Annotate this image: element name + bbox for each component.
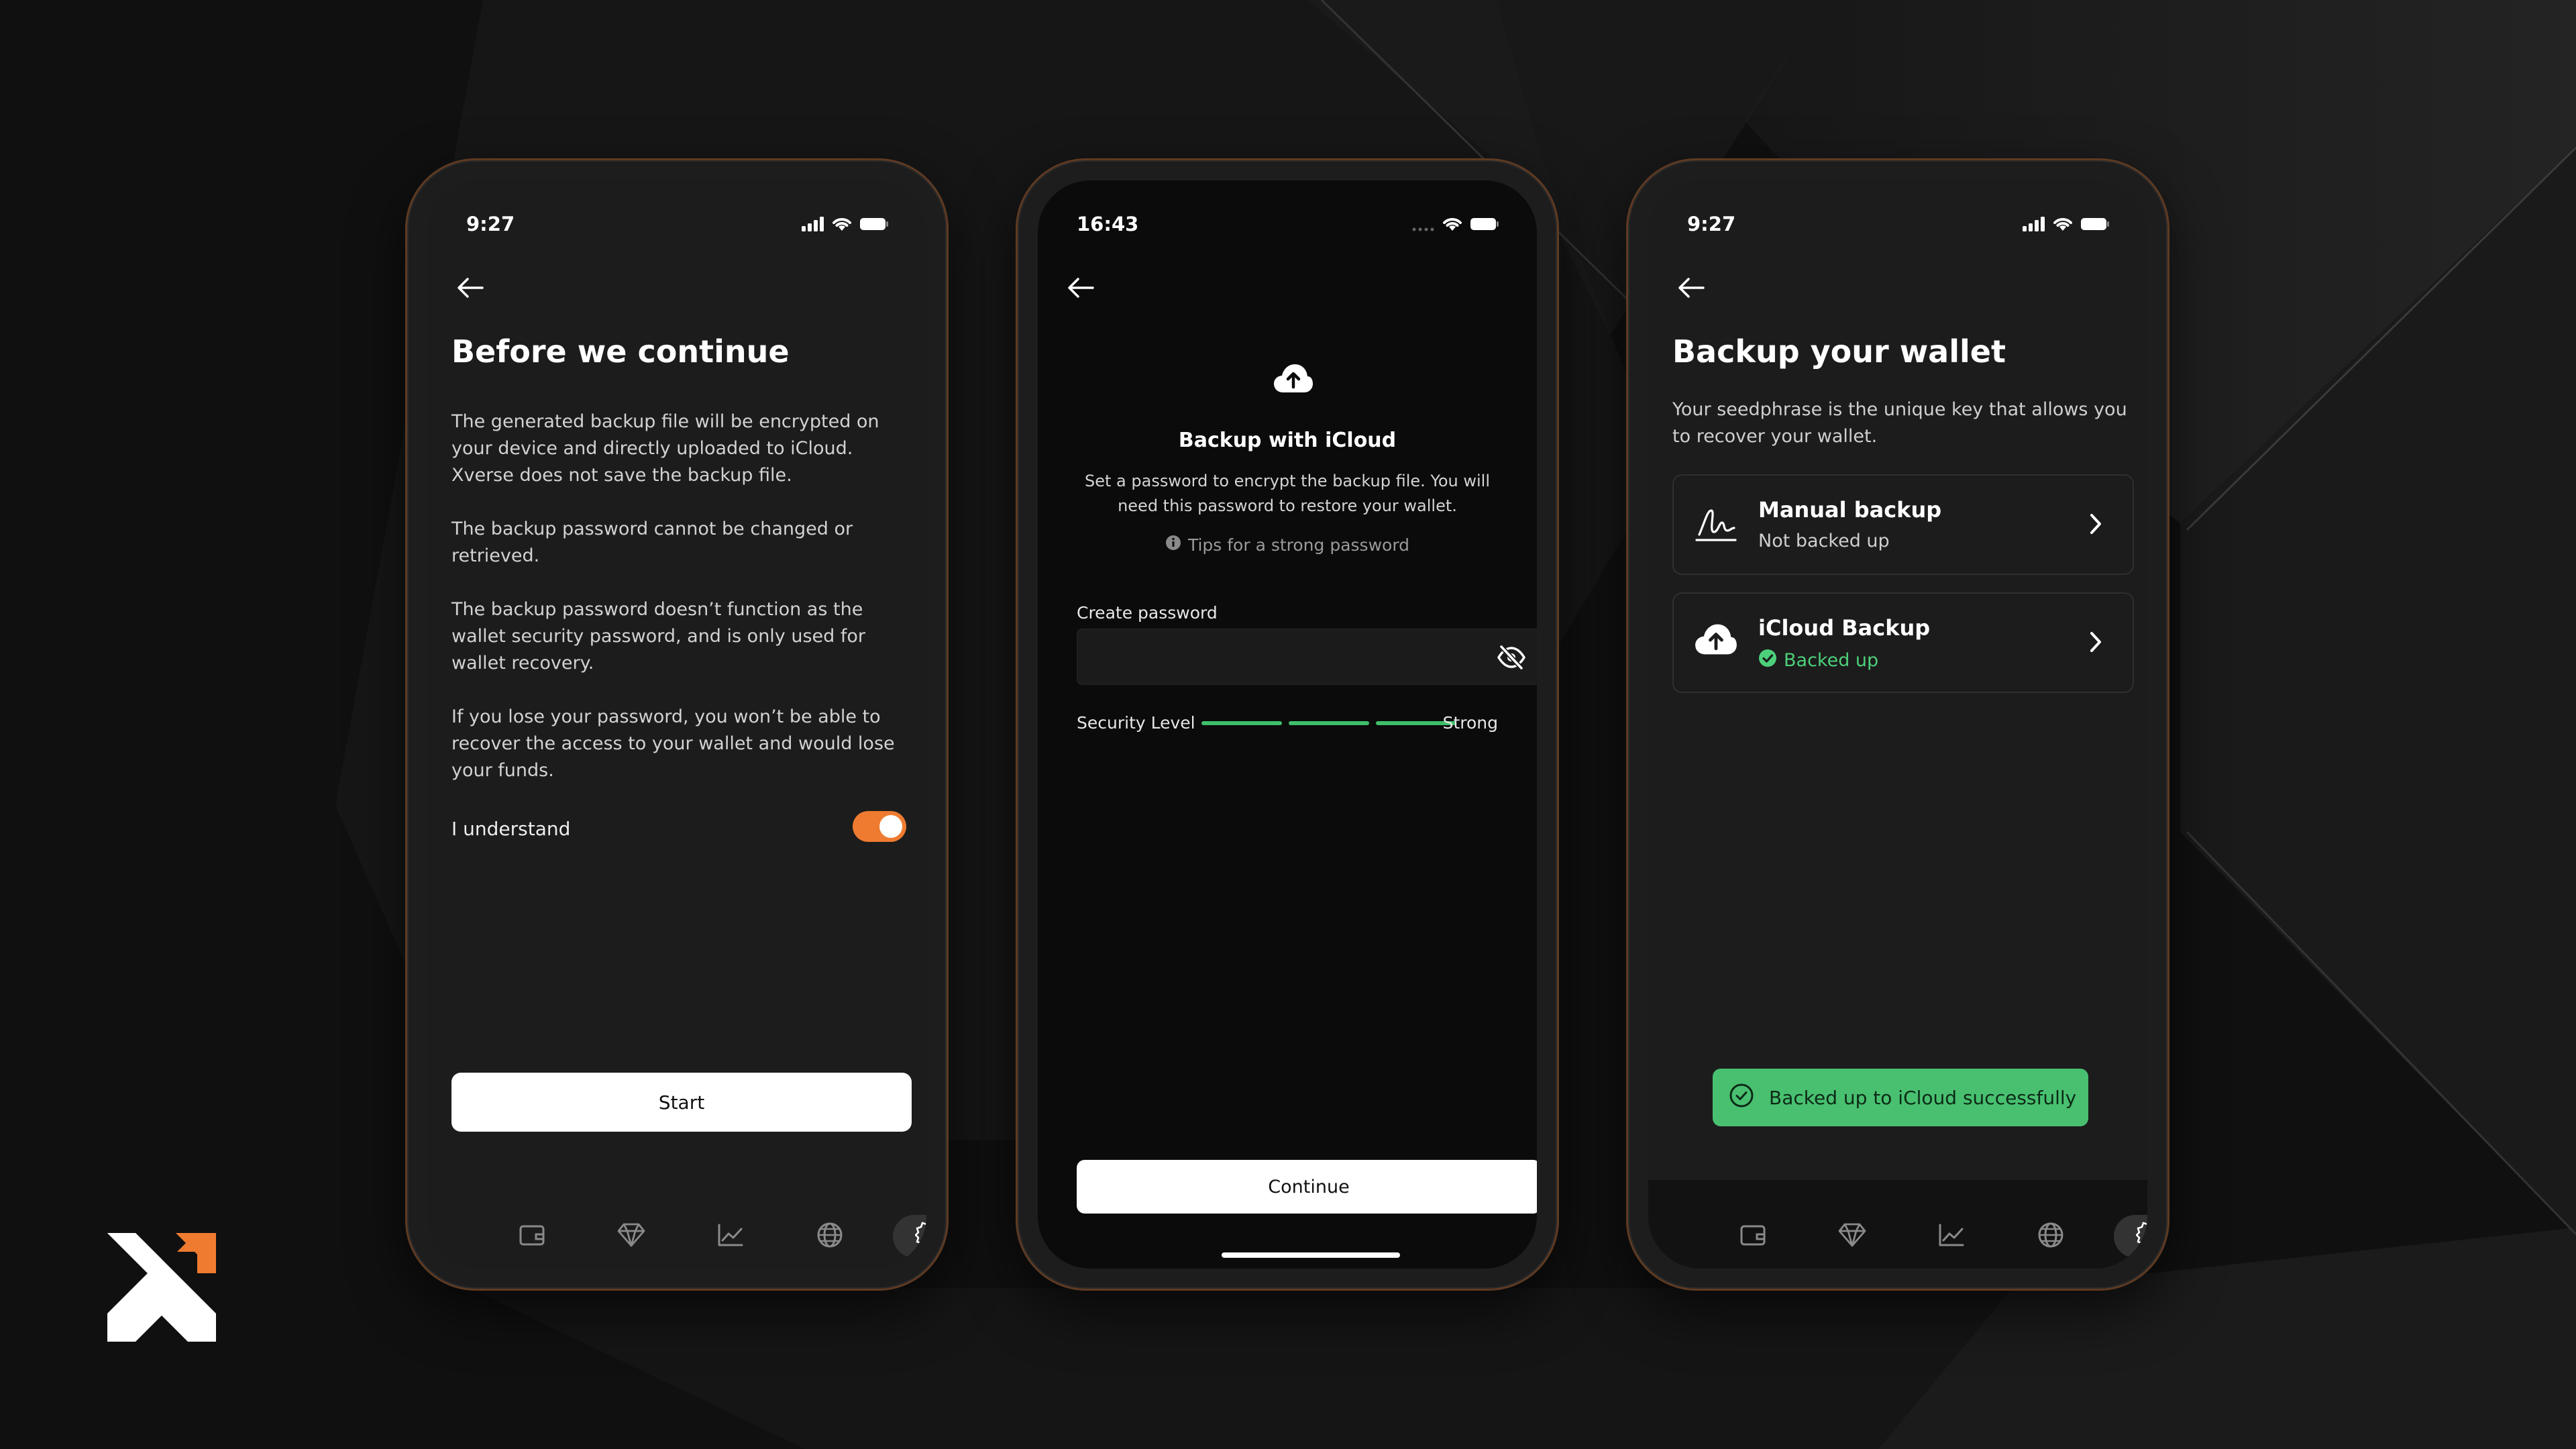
start-button[interactable]: Start [451, 1073, 912, 1132]
battery-icon [1470, 217, 1499, 231]
tab-stacking[interactable] [694, 1215, 767, 1258]
chart-icon [717, 1223, 744, 1250]
understand-label: I understand [451, 818, 571, 840]
wifi-icon [2052, 216, 2074, 232]
option-status: Backed up [1758, 649, 1878, 672]
disclaimer-paragraph: The backup password cannot be changed or… [451, 519, 853, 566]
status-bar: 9:27 [1648, 207, 2147, 241]
status-time: 9:27 [466, 213, 515, 235]
tab-wallet[interactable] [496, 1215, 568, 1258]
battery-icon [859, 217, 889, 231]
security-level-label: Security Level [1077, 713, 1195, 733]
signal-icon [2023, 217, 2045, 231]
back-arrow-icon[interactable] [1061, 268, 1101, 308]
continue-button[interactable]: Continue [1077, 1160, 1537, 1214]
tab-stacking[interactable] [1915, 1215, 1988, 1258]
phone-before-we-continue: 9:27 Before we continue The generated ba… [405, 158, 949, 1291]
tab-explore[interactable] [794, 1215, 866, 1258]
tab-collectibles[interactable] [595, 1215, 667, 1258]
page-title: Backup with iCloud [1178, 429, 1397, 452]
wallet-icon [519, 1223, 545, 1250]
page-description: Your seedphrase is the unique key that a… [1672, 399, 2127, 447]
tips-label: Tips for a strong password [1187, 535, 1410, 555]
cloud-upload-icon [1694, 621, 1738, 661]
globe-icon [816, 1222, 843, 1251]
signal-icon [802, 217, 824, 231]
page-title: Backup your wallet [1672, 333, 2006, 370]
tab-settings[interactable] [893, 1215, 926, 1258]
option-status-label: Backed up [1784, 650, 1879, 671]
toggle-knob [879, 815, 902, 838]
security-bar [1289, 721, 1369, 725]
manual-backup-option[interactable]: Manual backup Not backed up [1672, 474, 2134, 575]
understand-toggle[interactable] [853, 811, 906, 842]
globe-icon [2037, 1222, 2064, 1251]
phone-backup-your-wallet: 9:27 Backup your wallet Your seedphrase … [1626, 158, 2169, 1291]
back-arrow-icon[interactable] [1671, 268, 1711, 308]
wifi-icon [831, 216, 853, 232]
settings-icon [914, 1221, 926, 1252]
screen: 16:43 Backup with iCloud Set a password … [1038, 180, 1537, 1269]
success-toast: Backed up to iCloud successfully [1713, 1069, 2088, 1126]
tab-settings[interactable] [2114, 1215, 2147, 1258]
password-field[interactable] [1077, 629, 1537, 685]
tab-explore[interactable] [2015, 1215, 2087, 1258]
tab-wallet[interactable] [1717, 1215, 1789, 1258]
disclaimer-text: The generated backup file will be encryp… [451, 409, 914, 811]
tab-collectibles[interactable] [1816, 1215, 1888, 1258]
security-strength: Strong [1442, 713, 1498, 733]
tab-bar [489, 1180, 926, 1258]
signature-icon [1694, 502, 1738, 549]
diamond-icon [1837, 1222, 1867, 1250]
chevron-right-icon [2088, 512, 2103, 539]
chart-icon [1938, 1223, 1965, 1250]
status-bar: 16:43 [1038, 207, 1537, 241]
option-status: Not backed up [1758, 531, 1890, 551]
check-circle-outline-icon [1729, 1083, 1754, 1113]
tips-link[interactable]: Tips for a strong password [1038, 535, 1537, 555]
wallet-icon [1739, 1223, 1766, 1250]
status-time: 16:43 [1077, 213, 1139, 235]
toast-message: Backed up to iCloud successfully [1769, 1086, 2077, 1109]
disclaimer-paragraph: The generated backup file will be encryp… [451, 411, 879, 486]
status-time: 9:27 [1687, 213, 1736, 235]
xverse-logo-icon [107, 1233, 216, 1344]
chevron-right-icon [2088, 630, 2103, 657]
screen: 9:27 Backup your wallet Your seedphrase … [1648, 180, 2147, 1269]
tab-bar [1710, 1180, 2147, 1258]
status-bar: 9:27 [427, 207, 926, 241]
cloud-upload-icon [1273, 362, 1314, 398]
disclaimer-paragraph: If you lose your password, you won’t be … [451, 706, 895, 781]
password-label: Create password [1077, 603, 1218, 623]
icloud-backup-option[interactable]: iCloud Backup Backed up [1672, 592, 2134, 693]
back-arrow-icon[interactable] [450, 268, 490, 308]
battery-icon [2080, 217, 2110, 231]
diamond-icon [616, 1222, 646, 1250]
security-meter [1201, 721, 1456, 725]
settings-icon [2135, 1221, 2147, 1252]
screen: 9:27 Before we continue The generated ba… [427, 180, 926, 1269]
signal-icon [1412, 217, 1435, 231]
info-icon [1165, 535, 1181, 555]
page-description: Set a password to encrypt the backup fil… [1085, 472, 1491, 515]
wifi-icon [1442, 216, 1463, 232]
disclaimer-paragraph: The backup password doesn’t function as … [451, 599, 866, 674]
check-circle-icon [1758, 649, 1777, 672]
eye-slash-icon[interactable] [1497, 645, 1526, 673]
phone-backup-with-icloud: 16:43 Backup with iCloud Set a password … [1016, 158, 1559, 1291]
option-title: iCloud Backup [1758, 615, 1931, 641]
home-indicator [1222, 1252, 1400, 1258]
security-bar [1201, 721, 1282, 725]
page-title: Before we continue [451, 333, 790, 370]
option-title: Manual backup [1758, 497, 1942, 523]
